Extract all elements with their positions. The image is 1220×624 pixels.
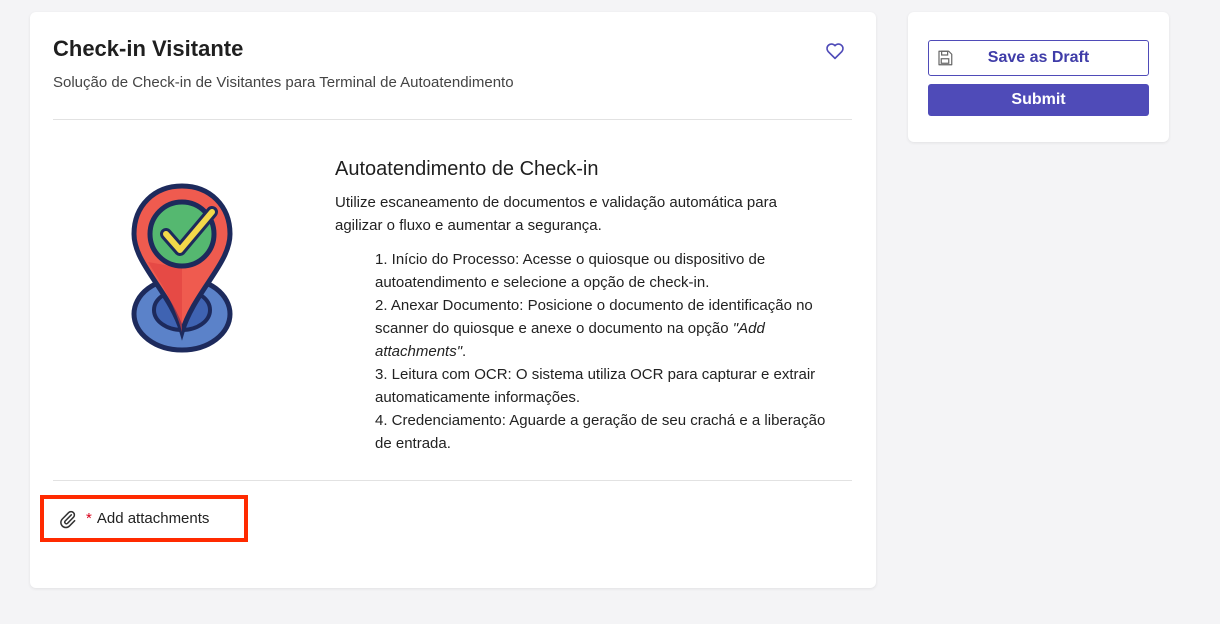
service-card: Check-in Visitante Solução de Check-in d…	[30, 12, 876, 588]
save-draft-button[interactable]: Save as Draft	[928, 40, 1149, 76]
submit-label: Submit	[1011, 91, 1066, 108]
step-item: 1. Início do Processo: Acesse o quiosque…	[375, 251, 766, 291]
step-item: 4. Credenciamento: Aguarde a geração de …	[375, 412, 826, 452]
save-draft-label: Save as Draft	[987, 49, 1090, 66]
section-title: Autoatendimento de Check-in	[335, 158, 599, 180]
location-pin-check-icon	[131, 183, 233, 353]
divider	[53, 119, 852, 120]
step-item: 2. Anexar Documento: Posicione o documen…	[375, 294, 835, 363]
step-suffix: .	[462, 343, 467, 360]
divider	[53, 480, 852, 481]
page-title: Check-in Visitante	[53, 36, 244, 61]
paperclip-icon	[60, 510, 76, 528]
add-attachments-button[interactable]: * Add attachments	[40, 495, 248, 542]
page-subtitle: Solução de Check-in de Visitantes para T…	[53, 74, 514, 91]
heart-outline-icon[interactable]	[825, 42, 845, 60]
submit-button[interactable]: Submit	[928, 84, 1149, 116]
steps-list: 1. Início do Processo: Acesse o quiosque…	[375, 248, 835, 455]
actions-panel: Save as Draft Submit	[908, 12, 1169, 142]
add-attachments-label: Add attachments	[96, 510, 210, 527]
floppy-disk-icon	[938, 50, 953, 66]
step-item: 3. Leitura com OCR: O sistema utiliza OC…	[375, 366, 816, 406]
required-mark: *	[86, 510, 92, 527]
intro-text: Utilize escaneamento de documentos e val…	[335, 194, 777, 234]
